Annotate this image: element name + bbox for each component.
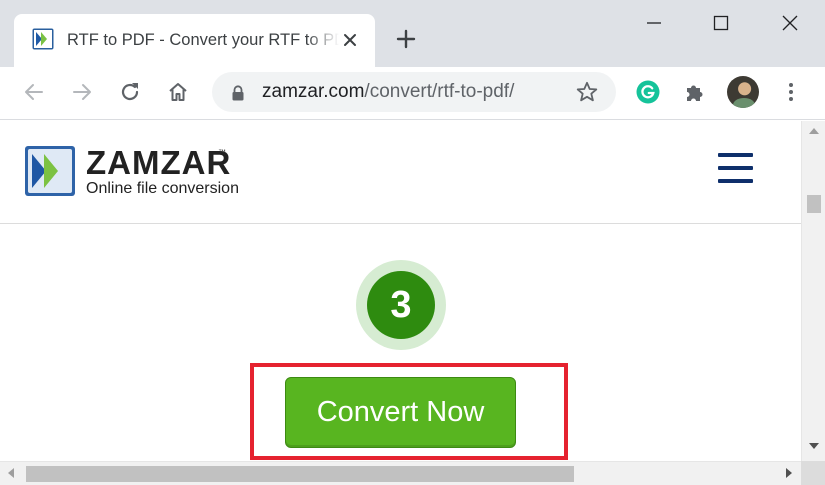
minimize-icon[interactable] <box>645 14 663 32</box>
url-host: zamzar.com <box>262 81 365 102</box>
window-close-icon[interactable] <box>781 14 799 32</box>
browser-toolbar: zamzar.com/convert/rtf-to-pdf/ <box>0 67 825 120</box>
url-path: /convert/rtf-to-pdf/ <box>364 81 515 102</box>
hamburger-menu-icon[interactable] <box>718 153 753 183</box>
back-icon[interactable] <box>22 80 46 104</box>
step-number: 3 <box>367 271 435 339</box>
maximize-icon[interactable] <box>712 14 730 32</box>
close-icon[interactable] <box>341 31 359 49</box>
page-viewport: ZAMZAR ™ Online file conversion 3 Conver… <box>0 121 801 461</box>
reload-icon[interactable] <box>118 80 142 104</box>
horizontal-scroll-thumb[interactable] <box>26 466 574 482</box>
zamzar-logo-icon[interactable] <box>24 145 76 197</box>
logo-tagline: Online file conversion <box>86 180 239 197</box>
grammarly-icon[interactable] <box>636 80 660 104</box>
site-header: ZAMZAR ™ Online file conversion <box>0 121 801 224</box>
logo-wordmark[interactable]: ZAMZAR <box>86 145 231 181</box>
home-icon[interactable] <box>166 80 190 104</box>
scroll-up-arrow-icon[interactable] <box>809 128 819 134</box>
scrollbar-corner <box>801 461 825 485</box>
scroll-right-arrow-icon[interactable] <box>786 468 792 478</box>
vertical-scroll-thumb[interactable] <box>807 195 821 213</box>
convert-now-button[interactable]: Convert Now <box>285 377 516 448</box>
horizontal-scrollbar[interactable] <box>0 461 801 485</box>
vertical-scrollbar[interactable] <box>801 121 825 461</box>
tab-title: RTF to PDF - Convert your RTF to PDF for… <box>67 31 339 49</box>
step-indicator: 3 <box>356 260 446 350</box>
extensions-icon[interactable] <box>683 80 707 104</box>
new-tab-icon[interactable] <box>395 28 417 50</box>
trademark-symbol: ™ <box>218 148 226 157</box>
more-menu-icon[interactable] <box>779 80 803 104</box>
browser-tab[interactable]: RTF to PDF - Convert your RTF to PDF for… <box>14 14 375 67</box>
browser-title-bar: RTF to PDF - Convert your RTF to PDF for… <box>0 0 825 67</box>
scroll-left-arrow-icon[interactable] <box>8 468 14 478</box>
forward-icon[interactable] <box>70 80 94 104</box>
lock-icon[interactable] <box>231 85 245 101</box>
url-text[interactable]: zamzar.com/convert/rtf-to-pdf/ <box>262 80 514 104</box>
zamzar-favicon <box>32 28 54 50</box>
bookmark-star-icon[interactable] <box>575 80 599 104</box>
profile-avatar[interactable] <box>727 76 759 108</box>
address-bar[interactable]: zamzar.com/convert/rtf-to-pdf/ <box>212 72 616 112</box>
scroll-down-arrow-icon[interactable] <box>809 443 819 449</box>
